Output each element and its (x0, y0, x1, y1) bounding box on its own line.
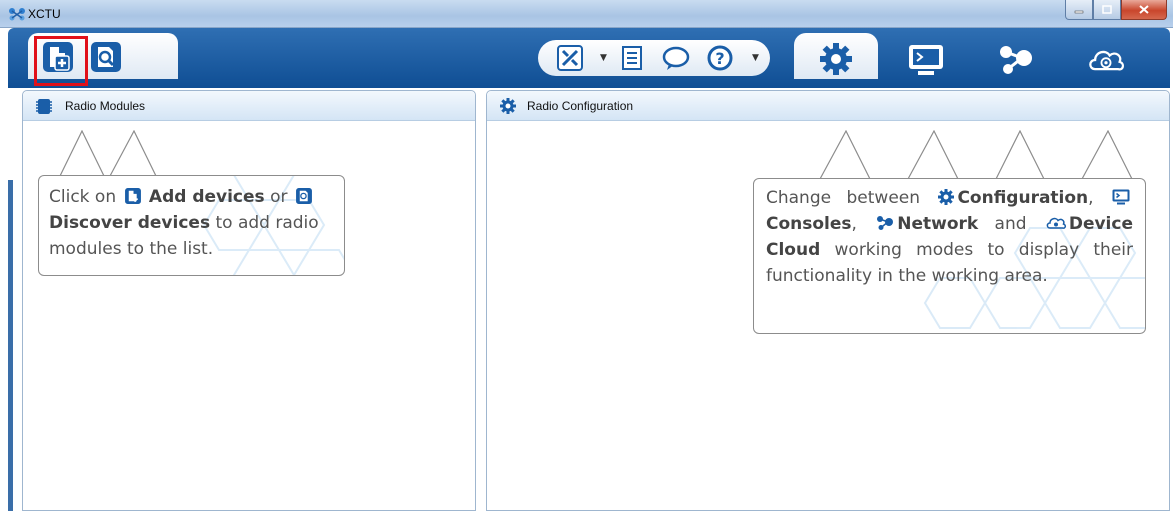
add-devices-highlight (34, 36, 88, 86)
callout-pointer-right (819, 130, 1133, 180)
minimize-icon (1074, 10, 1084, 13)
network-mode-button[interactable] (996, 40, 1036, 80)
help-button[interactable]: ? (700, 38, 740, 78)
add-devices-icon (124, 188, 141, 204)
maximize-button[interactable] (1093, 0, 1121, 20)
maximize-icon (1102, 5, 1112, 14)
callout-pointer-left (59, 130, 157, 177)
console-icon (909, 45, 943, 75)
feedback-button[interactable] (656, 38, 696, 78)
window-title: XCTU (28, 7, 61, 21)
minimize-button[interactable] (1065, 0, 1093, 20)
hint-consoles-label: Consoles (766, 214, 852, 234)
radio-configuration-title: Radio Configuration (527, 99, 634, 113)
title-bar: XCTU (0, 0, 1173, 28)
configuration-mode-button[interactable] (794, 33, 878, 79)
radio-module-icon (36, 99, 52, 114)
gear-icon (938, 189, 955, 205)
network-icon (1000, 46, 1032, 74)
cloud-icon (1089, 50, 1125, 71)
close-button[interactable] (1121, 0, 1167, 20)
xctu-tools-button[interactable] (550, 38, 590, 78)
feedback-icon (662, 46, 690, 70)
device-cloud-mode-button[interactable] (1086, 40, 1126, 80)
svg-text:?: ? (715, 49, 724, 68)
hint-configuration-label: Configuration (957, 188, 1089, 208)
hint-right-text-2: and (994, 214, 1027, 234)
console-icon (1112, 189, 1130, 205)
tools-pill: ▼ ? ▼ (538, 40, 770, 76)
discover-devices-icon (91, 42, 121, 72)
radio-modules-header: Radio Modules (23, 91, 475, 121)
discover-devices-icon (295, 188, 312, 204)
help-dropdown-icon[interactable]: ▼ (752, 53, 759, 63)
cloud-icon (1046, 217, 1066, 229)
hint-discover-devices-label: Discover devices (49, 213, 211, 233)
radio-modules-title: Radio Modules (65, 99, 146, 113)
tools-icon (557, 45, 583, 71)
gear-icon (820, 43, 852, 75)
xctu-logo-icon (9, 8, 25, 21)
frames-icon (622, 46, 642, 70)
working-modes-hint-callout: Change between Configuration, Consoles, … (753, 178, 1146, 334)
frames-generator-button[interactable] (612, 38, 652, 78)
hint-left-text-1: Click on (49, 187, 117, 207)
hint-add-devices-label: Add devices (148, 187, 265, 207)
network-icon (877, 216, 894, 230)
tools-dropdown-icon[interactable]: ▼ (600, 53, 607, 63)
left-edge-bar (8, 180, 13, 511)
radio-configuration-header: Radio Configuration (487, 91, 1169, 121)
gear-icon (500, 98, 516, 114)
discover-devices-button[interactable] (86, 37, 126, 77)
hint-left-text-2: or (270, 187, 288, 207)
help-icon: ? (707, 45, 733, 71)
hint-network-label: Network (897, 214, 979, 234)
close-icon (1139, 5, 1149, 14)
add-devices-hint-callout: Click on Add devices or Discover devices… (38, 175, 345, 276)
consoles-mode-button[interactable] (906, 40, 946, 80)
hint-right-text-1: Change between (766, 188, 921, 208)
hint-right-text-3: working modes to display their functiona… (766, 240, 1134, 286)
main-toolbar: ▼ ? ▼ (8, 28, 1170, 88)
